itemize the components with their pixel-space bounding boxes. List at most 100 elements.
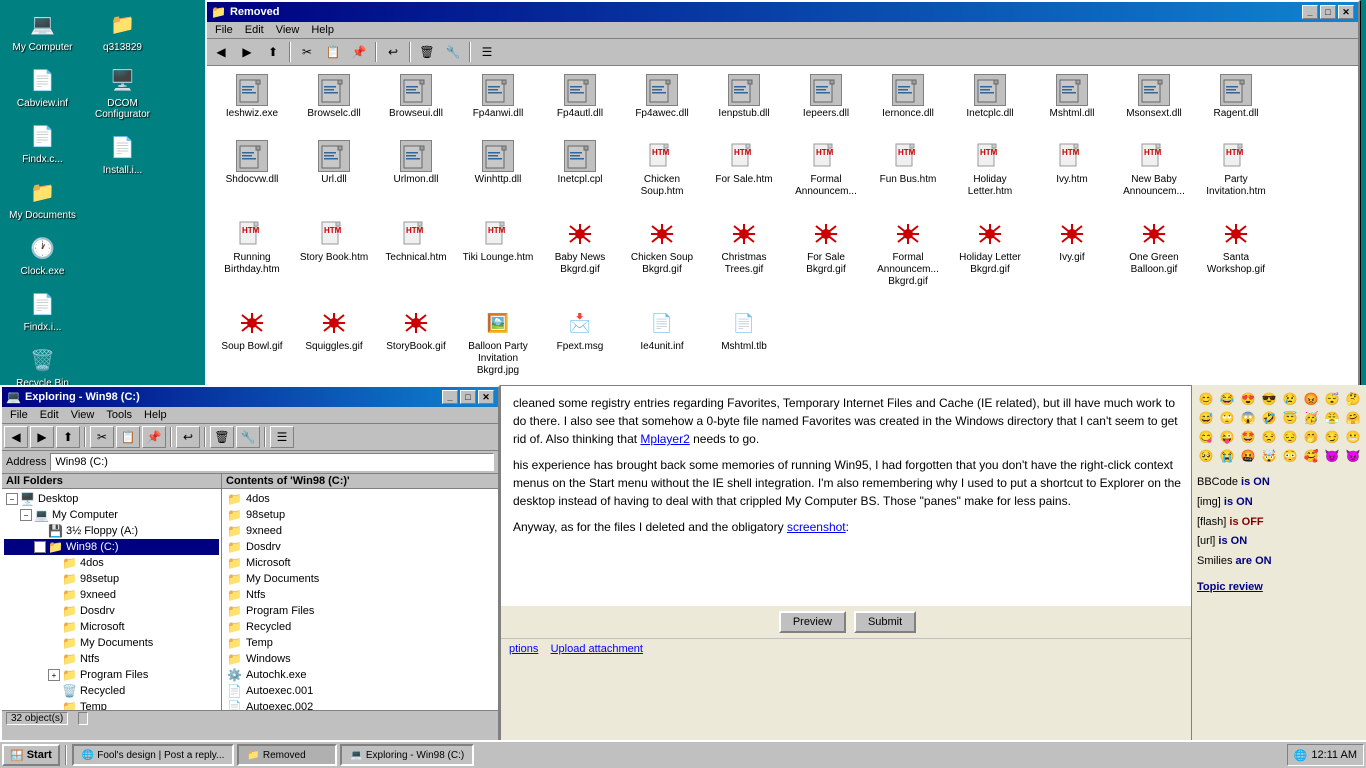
removed-file-32[interactable]: Christmas Trees.gif (704, 215, 784, 303)
collapse-icon[interactable]: − (6, 493, 18, 505)
explorer-menu-edit[interactable]: Edit (34, 408, 65, 422)
removed-file-36[interactable]: Ivy.gif (1032, 215, 1112, 303)
tree-item-floppy[interactable]: 💾3½ Floppy (A:) (4, 523, 219, 539)
options-link[interactable]: ptions (509, 643, 538, 655)
emoji-11[interactable]: 🤣 (1260, 409, 1278, 427)
removed-file-17[interactable]: Inetcpl.cpl (540, 137, 620, 213)
removed-file-14[interactable]: Url.dll (294, 137, 374, 213)
removed-file-38[interactable]: Santa Workshop.gif (1196, 215, 1276, 303)
file-list-item-8[interactable]: 📁Recycled (224, 619, 496, 635)
emoji-12[interactable]: 😇 (1281, 409, 1299, 427)
emoji-19[interactable]: 😒 (1260, 428, 1278, 446)
emoji-31[interactable]: 👿 (1344, 447, 1362, 465)
file-list-item-4[interactable]: 📁Microsoft (224, 555, 496, 571)
removed-file-35[interactable]: Holiday Letter Bkgrd.gif (950, 215, 1030, 303)
address-input[interactable] (50, 453, 494, 471)
taskbar-item-explorer[interactable]: 💻 Exploring - Win98 (C:) (340, 744, 474, 766)
menu-edit[interactable]: Edit (239, 23, 270, 37)
menu-view[interactable]: View (270, 23, 306, 37)
exp-back-button[interactable]: ◀ (4, 426, 28, 448)
removed-file-27[interactable]: HTMStory Book.htm (294, 215, 374, 303)
file-list-item-7[interactable]: 📁Program Files (224, 603, 496, 619)
removed-file-8[interactable]: Iernonce.dll (868, 71, 948, 135)
desktop-icon-my-documents[interactable]: 📁 My Documents (5, 173, 80, 224)
removed-file-42[interactable]: 🖼️Balloon Party Invitation Bkgrd.jpg (458, 304, 538, 392)
emoji-0[interactable]: 😊 (1197, 390, 1215, 408)
removed-file-28[interactable]: HTMTechnical.htm (376, 215, 456, 303)
tree-item-98setup[interactable]: 📁98setup (4, 571, 219, 587)
emoji-9[interactable]: 🙄 (1218, 409, 1236, 427)
tree-item-microsoft[interactable]: 📁Microsoft (4, 619, 219, 635)
tree-item-mydocs[interactable]: 📁My Documents (4, 635, 219, 651)
emoji-21[interactable]: 🤭 (1302, 428, 1320, 446)
emoji-3[interactable]: 😎 (1260, 390, 1278, 408)
menu-help[interactable]: Help (305, 23, 340, 37)
emoji-28[interactable]: 😳 (1281, 447, 1299, 465)
removed-file-2[interactable]: Browseui.dll (376, 71, 456, 135)
emoji-27[interactable]: 🤯 (1260, 447, 1278, 465)
removed-file-4[interactable]: Fp4autl.dll (540, 71, 620, 135)
emoji-18[interactable]: 🤩 (1239, 428, 1257, 446)
tree-item-my-computer[interactable]: −💻My Computer (4, 507, 219, 523)
tree-item-dosdrv[interactable]: 📁Dosdrv (4, 603, 219, 619)
file-list-item-12[interactable]: 📄Autoexec.001 (224, 683, 496, 699)
up-button[interactable]: ⬆ (261, 41, 285, 63)
forward-button[interactable]: ▶ (235, 41, 259, 63)
removed-file-7[interactable]: Iepeers.dll (786, 71, 866, 135)
tree-item-recycled[interactable]: 🗑️Recycled (4, 683, 219, 699)
file-list-item-9[interactable]: 📁Temp (224, 635, 496, 651)
emoji-6[interactable]: 😴 (1323, 390, 1341, 408)
desktop-icon-install[interactable]: 📄 Install.i... (85, 128, 160, 179)
removed-file-24[interactable]: HTMNew Baby Announcem... (1114, 137, 1194, 213)
removed-file-10[interactable]: Mshtml.dll (1032, 71, 1112, 135)
taskbar-item-removed[interactable]: 📁 Removed (237, 744, 337, 766)
removed-file-26[interactable]: HTMRunning Birthday.htm (212, 215, 292, 303)
copy-button[interactable]: 📋 (321, 41, 345, 63)
emoji-16[interactable]: 😋 (1197, 428, 1215, 446)
tree-item-4dos[interactable]: 📁4dos (4, 555, 219, 571)
emoji-29[interactable]: 🥰 (1302, 447, 1320, 465)
removed-file-12[interactable]: Ragent.dll (1196, 71, 1276, 135)
removed-file-22[interactable]: HTMHoliday Letter.htm (950, 137, 1030, 213)
explorer-maximize-button[interactable]: □ (460, 390, 476, 404)
exp-delete-button[interactable]: 🗑 (210, 426, 234, 448)
removed-file-3[interactable]: Fp4anwi.dll (458, 71, 538, 135)
exp-views-button[interactable]: ☰ (270, 426, 294, 448)
explorer-minimize-button[interactable]: _ (442, 390, 458, 404)
removed-file-31[interactable]: Chicken Soup Bkgrd.gif (622, 215, 702, 303)
removed-file-45[interactable]: 📄Mshtml.tlb (704, 304, 784, 392)
emoji-22[interactable]: 😏 (1323, 428, 1341, 446)
emoji-15[interactable]: 🤗 (1344, 409, 1362, 427)
delete-button[interactable]: 🗑 (415, 41, 439, 63)
emoji-25[interactable]: 😭 (1218, 447, 1236, 465)
file-list-item-6[interactable]: 📁Ntfs (224, 587, 496, 603)
removed-file-34[interactable]: Formal Announcem... Bkgrd.gif (868, 215, 948, 303)
tree-item-programfiles[interactable]: +📁Program Files (4, 667, 219, 683)
removed-file-29[interactable]: HTMTiki Lounge.htm (458, 215, 538, 303)
emoji-7[interactable]: 🤔 (1344, 390, 1362, 408)
file-list-item-0[interactable]: 📁4dos (224, 491, 496, 507)
exp-cut-button[interactable]: ✂ (90, 426, 114, 448)
emoji-20[interactable]: 😔 (1281, 428, 1299, 446)
taskbar-item-fools[interactable]: 🌐 Fool's design | Post a reply... (72, 744, 235, 766)
removed-file-0[interactable]: Ieshwiz.exe (212, 71, 292, 135)
removed-file-40[interactable]: Squiggles.gif (294, 304, 374, 392)
emoji-8[interactable]: 😅 (1197, 409, 1215, 427)
exp-paste-button[interactable]: 📌 (142, 426, 166, 448)
views-button[interactable]: ☰ (475, 41, 499, 63)
paste-button[interactable]: 📌 (347, 41, 371, 63)
explorer-menu-tools[interactable]: Tools (100, 408, 138, 422)
desktop-icon-findx2[interactable]: 📄 Findx.i... (5, 285, 80, 336)
removed-file-18[interactable]: HTMChicken Soup.htm (622, 137, 702, 213)
removed-file-39[interactable]: Soup Bowl.gif (212, 304, 292, 392)
upload-attachment-link[interactable]: Upload attachment (551, 643, 643, 655)
removed-file-5[interactable]: Fp4awec.dll (622, 71, 702, 135)
removed-file-43[interactable]: 📩Fpext.msg (540, 304, 620, 392)
collapse-icon[interactable]: − (20, 509, 32, 521)
exp-copy-button[interactable]: 📋 (116, 426, 140, 448)
tree-item-ntfs[interactable]: 📁Ntfs (4, 651, 219, 667)
removed-file-15[interactable]: Urlmon.dll (376, 137, 456, 213)
emoji-26[interactable]: 🤬 (1239, 447, 1257, 465)
preview-button[interactable]: Preview (779, 611, 846, 633)
emoji-17[interactable]: 😜 (1218, 428, 1236, 446)
